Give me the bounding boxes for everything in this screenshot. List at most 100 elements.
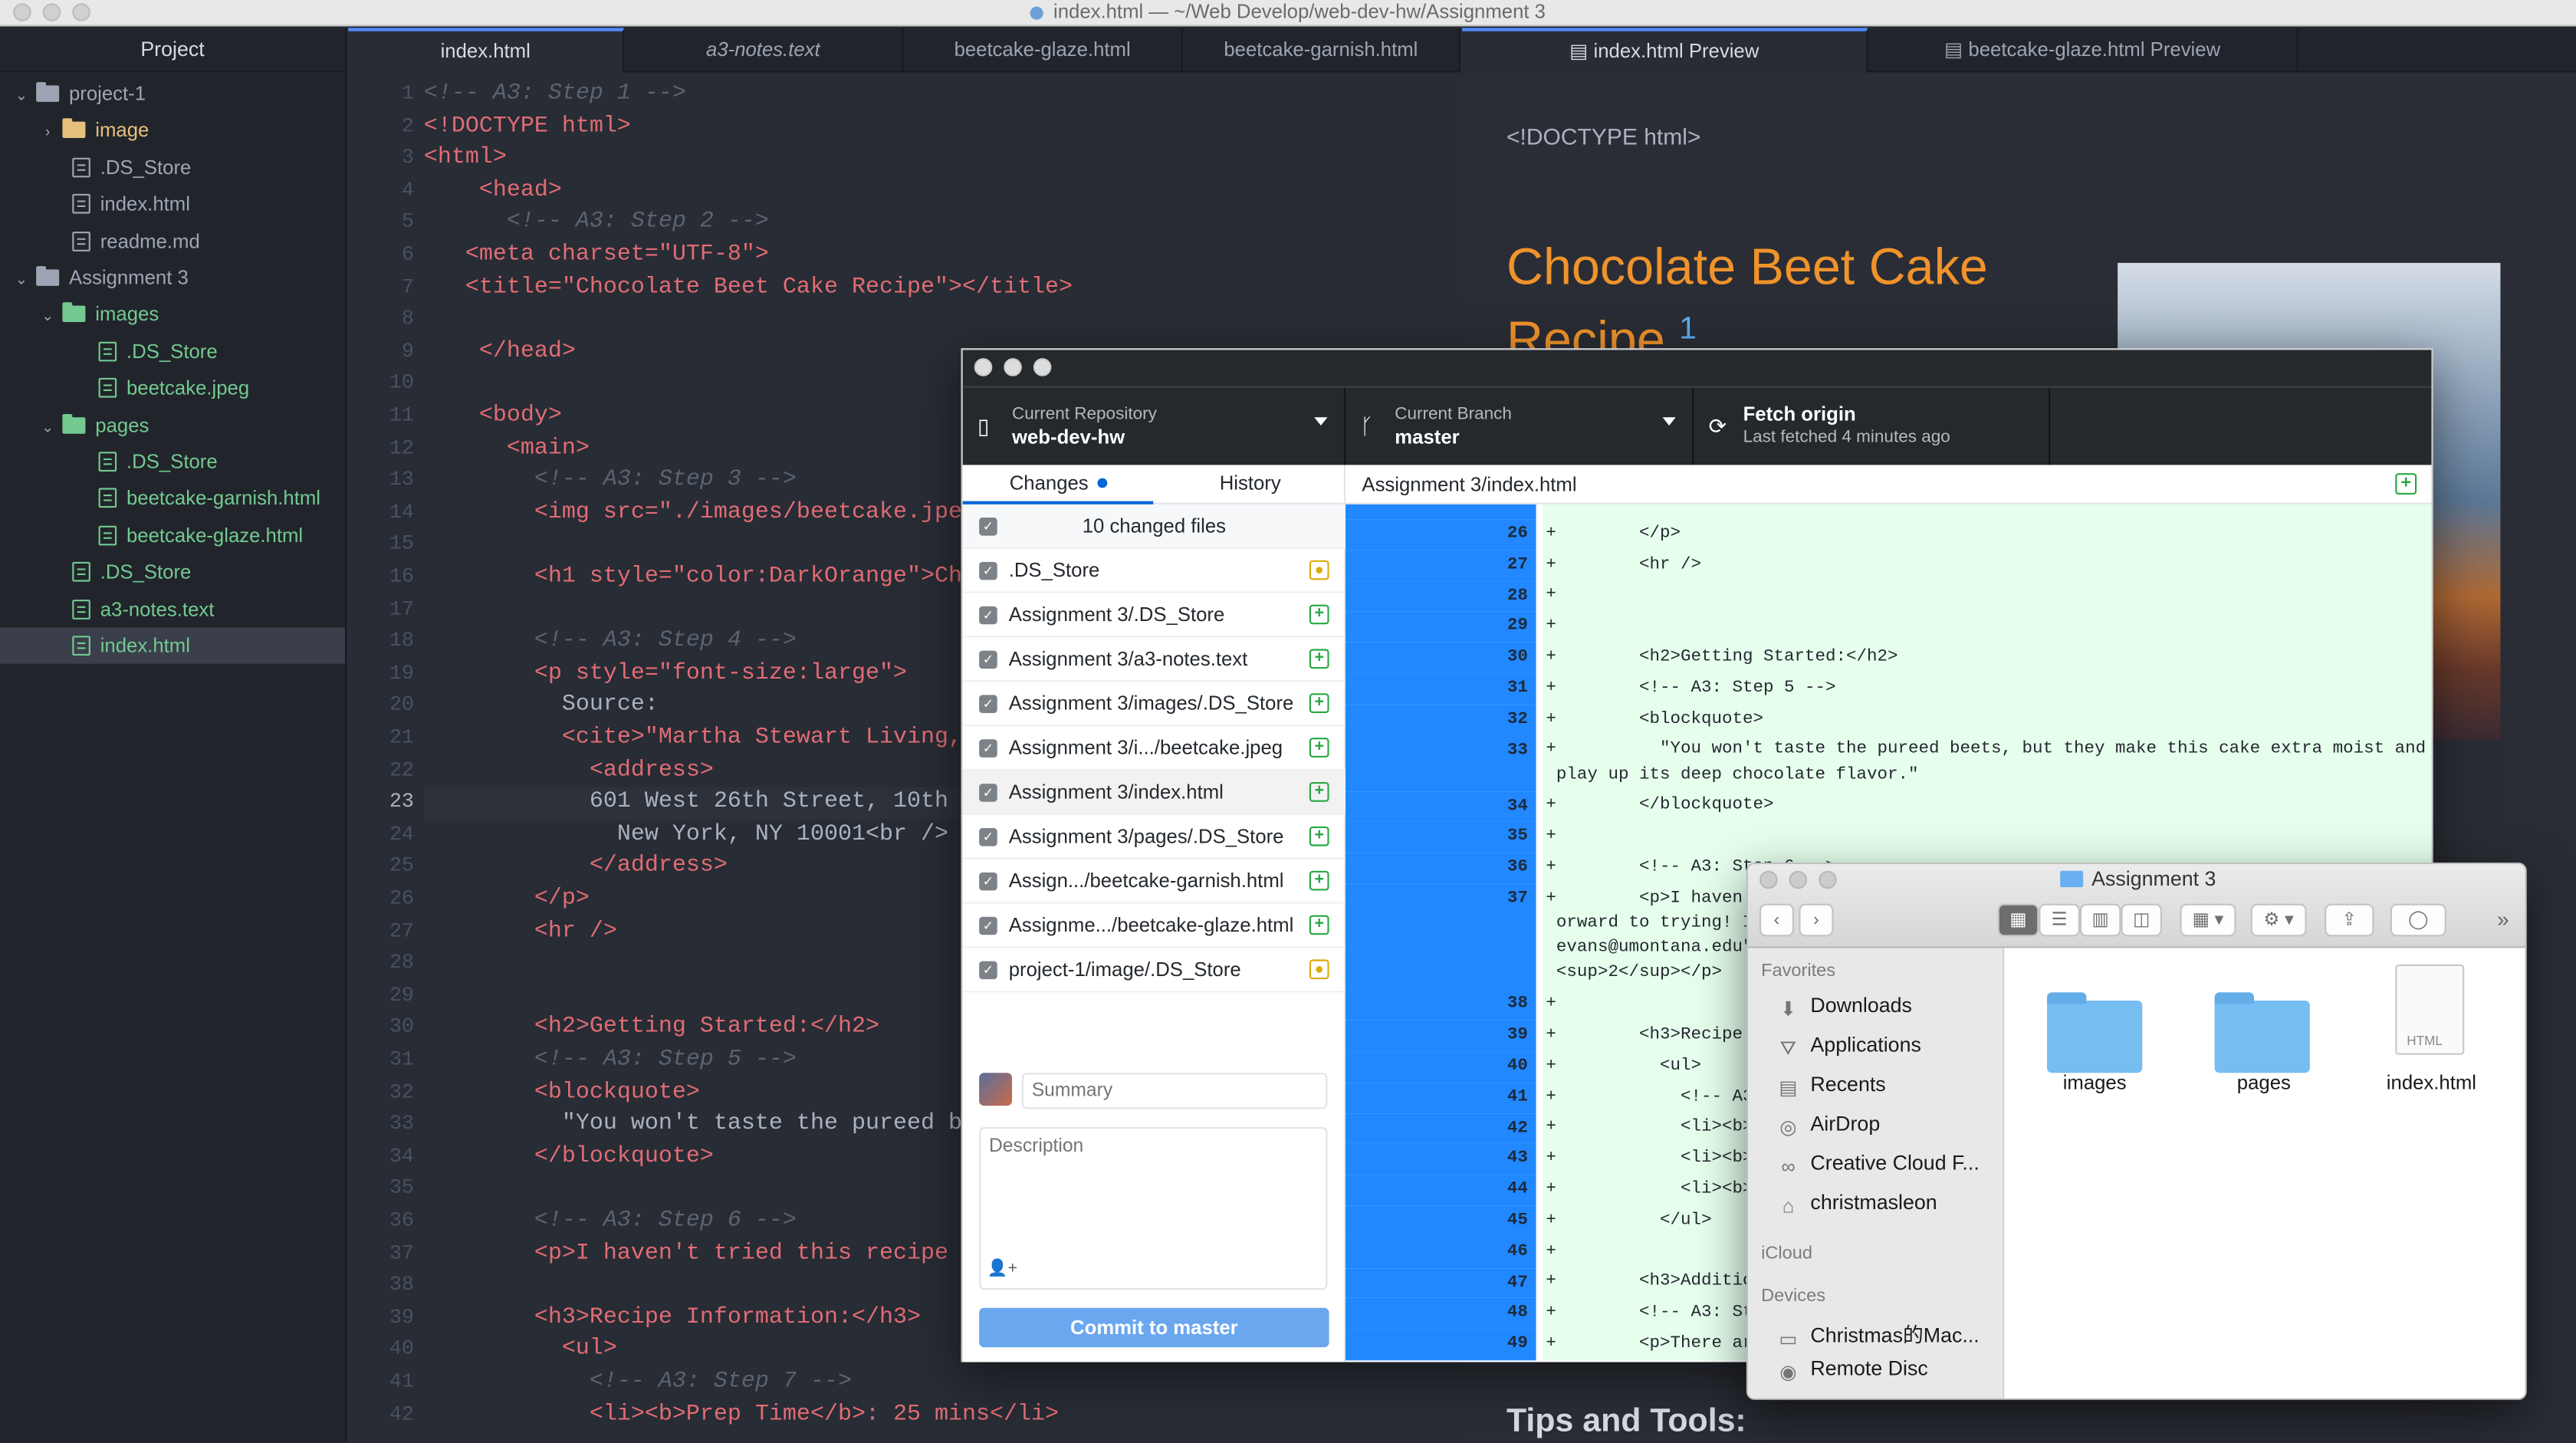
tab-glaze-preview[interactable]: ▤ beetcake-glaze.html Preview xyxy=(1868,28,2298,73)
tree-item[interactable]: readme.md xyxy=(0,223,345,259)
code-line[interactable]: "You won't taste the pureed beet xyxy=(424,1109,1004,1142)
code-line[interactable]: </blockquote> xyxy=(424,1142,714,1174)
code-line[interactable]: <main> xyxy=(424,433,590,465)
code-line[interactable]: <!-- A3: Step 3 --> xyxy=(424,465,797,498)
folder-images[interactable] xyxy=(2047,981,2143,1080)
minimize-window-button[interactable] xyxy=(1004,358,1022,376)
code-line[interactable]: <meta charset="UTF-8"> xyxy=(424,240,769,272)
changed-file-row[interactable]: ✓ Assignment 3/pages/.DS_Store + xyxy=(962,815,1346,860)
changed-file-row[interactable]: ✓ Assignment 3/a3-notes.text + xyxy=(962,637,1346,682)
file-checkbox[interactable]: ✓ xyxy=(979,695,997,713)
code-line[interactable]: <h2>Getting Started:</h2> xyxy=(424,1013,879,1045)
code-line[interactable]: <cite>"Martha Stewart Living," N xyxy=(424,723,1004,755)
code-line[interactable]: <p>I haven't tried this recipe yet xyxy=(424,1238,1004,1270)
tree-item[interactable]: beetcake.jpeg xyxy=(0,370,345,406)
code-line[interactable]: <img src="./images/beetcake.jpeg" xyxy=(424,498,990,530)
file-checkbox[interactable]: ✓ xyxy=(979,561,997,580)
tab-history[interactable]: History xyxy=(1155,465,1346,504)
code-line[interactable]: <blockquote> xyxy=(424,1077,700,1109)
tree-item[interactable]: index.html xyxy=(0,627,345,664)
tree-item[interactable]: .DS_Store xyxy=(0,554,345,590)
file-checkbox[interactable]: ✓ xyxy=(979,650,997,669)
tree-item[interactable]: a3-notes.text xyxy=(0,591,345,627)
zoom-window-button[interactable] xyxy=(1033,358,1052,376)
tab-beetcake-garnish[interactable]: beetcake-garnish.html xyxy=(1183,28,1460,73)
changed-file-row[interactable]: ✓ Assignment 3/images/.DS_Store + xyxy=(962,682,1346,727)
repository-selector[interactable]: ▯ Current Repository web-dev-hw xyxy=(963,387,1346,467)
tab-beetcake-glaze[interactable]: beetcake-glaze.html xyxy=(904,28,1183,73)
code-line[interactable]: <!-- A3: Step 2 --> xyxy=(424,208,769,240)
code-line[interactable]: <title="Chocolate Beet Cake Recipe"></ti… xyxy=(424,272,1073,304)
sidebar-item-airdrop[interactable]: ◎ AirDrop xyxy=(1776,1113,1880,1139)
fetch-origin-button[interactable]: ⟳ Fetch origin Last fetched 4 minutes ag… xyxy=(1694,387,2051,467)
code-line[interactable]: <h1 style="color:DarkOrange">Choco xyxy=(424,562,1004,594)
tree-item[interactable]: ⌄ pages xyxy=(0,407,345,443)
changed-file-row[interactable]: ✓ Assignme.../beetcake-glaze.html + xyxy=(962,904,1346,948)
gear-icon[interactable]: ⚙ ▾ xyxy=(2250,903,2307,937)
code-line[interactable]: <!-- A3: Step 6 --> xyxy=(424,1206,797,1238)
back-button[interactable]: ‹ xyxy=(1760,903,1794,937)
html-file-icon[interactable]: HTML xyxy=(2395,964,2465,1055)
tab-index-preview[interactable]: ▤ index.html Preview xyxy=(1462,28,1868,73)
add-coauthor-icon[interactable]: 👤+ xyxy=(987,1261,1017,1279)
tree-item[interactable]: ⌄ images xyxy=(0,297,345,333)
preview-footnote[interactable]: 1 xyxy=(1679,312,1697,347)
file-checkbox[interactable]: ✓ xyxy=(979,961,997,980)
tab-index-html[interactable]: index.html xyxy=(348,28,625,73)
forward-button[interactable]: › xyxy=(1799,903,1834,937)
tree-item[interactable]: .DS_Store xyxy=(0,444,345,480)
sidebar-item-creative-cloud[interactable]: ∞ Creative Cloud F... xyxy=(1776,1152,1979,1178)
file-checkbox[interactable]: ✓ xyxy=(979,872,997,891)
sidebar-item-remote-disc[interactable]: ◉ Remote Disc xyxy=(1776,1357,1927,1383)
code-line[interactable]: <li><b>Prep Time</b>: 25 mins</li> xyxy=(424,1399,1059,1431)
changed-file-row[interactable]: ✓ project-1/image/.DS_Store xyxy=(962,948,1346,993)
group-by-button[interactable]: ▦ ▾ xyxy=(2180,903,2236,937)
code-line[interactable]: <h3>Recipe Information:</h3> xyxy=(424,1303,921,1335)
file-checkbox[interactable]: ✓ xyxy=(979,916,997,935)
folder-pages[interactable] xyxy=(2214,981,2310,1080)
code-line[interactable]: <!-- A3: Step 4 --> xyxy=(424,626,797,659)
sidebar-item-downloads[interactable]: ⬇ Downloads xyxy=(1776,994,1912,1020)
file-checkbox[interactable]: ✓ xyxy=(979,606,997,625)
file-checkbox[interactable]: ✓ xyxy=(979,828,997,846)
code-line[interactable]: <body> xyxy=(424,401,562,433)
column-view-button[interactable]: ▥ xyxy=(2079,903,2121,937)
tree-item[interactable]: ⌄ Assignment 3 xyxy=(0,260,345,296)
tab-a3-notes[interactable]: a3-notes.text xyxy=(624,28,904,73)
changed-file-row[interactable]: ✓ Assignment 3/i.../beetcake.jpeg + xyxy=(962,726,1346,771)
list-view-button[interactable]: ☰ xyxy=(2039,903,2080,937)
tree-item[interactable]: › image xyxy=(0,113,345,149)
overflow-chevron-icon[interactable]: » xyxy=(2497,907,2509,932)
select-all-row[interactable]: ✓ 10 changed files xyxy=(962,504,1346,549)
tree-item[interactable]: ⌄ project-1 xyxy=(0,76,345,112)
tab-changes[interactable]: Changes xyxy=(962,465,1154,505)
branch-selector[interactable]: ᚴ Current Branch master xyxy=(1346,387,1694,467)
sidebar-item-recents[interactable]: ▤ Recents xyxy=(1776,1073,1885,1099)
code-line[interactable]: <html> xyxy=(424,143,507,176)
icon-view-button[interactable]: ▦ xyxy=(1997,903,2039,937)
sidebar-item-mac[interactable]: ▭ Christmas的Mac... xyxy=(1776,1318,1979,1351)
sidebar-item-applications[interactable]: ⛛ Applications xyxy=(1776,1034,1921,1060)
code-line[interactable]: <address> xyxy=(424,755,714,787)
code-line[interactable]: </address> xyxy=(424,852,728,884)
code-line[interactable]: <!-- A3: Step 5 --> xyxy=(424,1045,797,1077)
tree-item[interactable]: .DS_Store xyxy=(0,150,345,186)
commit-button[interactable]: Commit to master xyxy=(979,1307,1329,1348)
code-line[interactable]: <ul> xyxy=(424,1335,617,1367)
code-line[interactable]: <!DOCTYPE html> xyxy=(424,111,631,143)
gallery-view-button[interactable]: ◫ xyxy=(2121,903,2162,937)
tree-item[interactable]: index.html xyxy=(0,186,345,222)
summary-input[interactable] xyxy=(1021,1073,1328,1109)
changed-file-row[interactable]: ✓ .DS_Store xyxy=(962,549,1346,593)
code-line[interactable]: <hr /> xyxy=(424,916,617,948)
file-checkbox[interactable]: ✓ xyxy=(979,784,997,802)
changed-file-row[interactable]: ✓ Assignment 3/.DS_Store + xyxy=(962,593,1346,638)
tree-header[interactable]: Project xyxy=(0,28,345,73)
close-window-button[interactable] xyxy=(974,358,993,376)
changed-file-row[interactable]: ✓ Assignment 3/index.html + xyxy=(962,770,1346,815)
tree-item[interactable]: beetcake-glaze.html xyxy=(0,518,345,554)
changed-file-row[interactable]: ✓ Assign.../beetcake-garnish.html + xyxy=(962,860,1346,904)
code-line[interactable]: Source: xyxy=(424,691,659,723)
tree-item[interactable]: .DS_Store xyxy=(0,334,345,370)
file-checkbox[interactable]: ✓ xyxy=(979,739,997,758)
